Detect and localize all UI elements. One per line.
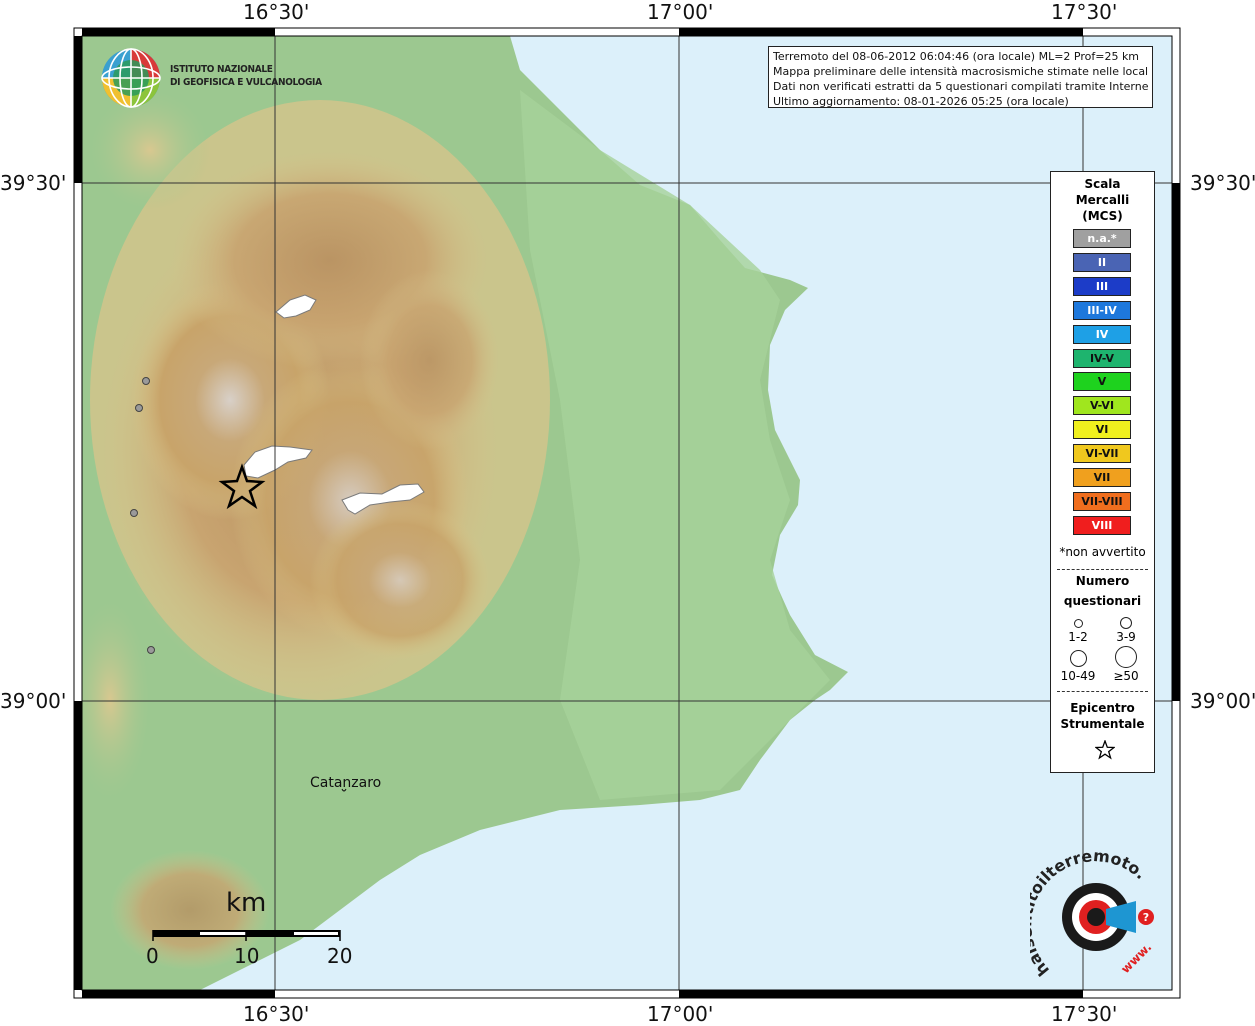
scale-bar-label-0: 0 xyxy=(146,944,159,968)
event-info-line-4: Ultimo aggiornamento: 08-01-2026 05:25 (… xyxy=(773,95,1069,108)
legend-item-1: II xyxy=(1073,252,1131,272)
epicenter-title-2: Strumentale xyxy=(1060,717,1145,731)
epicenter-title-1: Epicentro xyxy=(1070,701,1135,715)
size-label-3-9: 3-9 xyxy=(1116,630,1136,644)
legend-panel: Scala Mercalli (MCS) n.a.* II III III-IV IV I… xyxy=(1050,171,1155,773)
size-circle-10-49 xyxy=(1070,650,1087,667)
badge-www: www. xyxy=(1118,940,1154,976)
legend-title-3: (MCS) xyxy=(1082,209,1123,223)
size-label-50: ≥50 xyxy=(1113,669,1139,683)
lat-label-left-3930: 39°30' xyxy=(0,171,67,195)
legend-item-7: V-VI xyxy=(1073,396,1131,416)
scale-bar-unit: km xyxy=(226,888,267,918)
ingv-line-2: DI GEOFISICA E VULCANOLOGIA xyxy=(170,77,322,88)
legend-item-2: III xyxy=(1073,276,1131,296)
haisentito-badge-text: haisentitoilterremoto.it www. xyxy=(1030,850,1154,980)
legend-item-12: VIII xyxy=(1073,515,1131,535)
questionnaires-title-2: questionari xyxy=(1063,594,1142,608)
lat-label-right-3900: 39°00' xyxy=(1190,689,1255,713)
legend-item-9: VI-VII xyxy=(1073,444,1131,464)
event-info-box: Terremoto del 08-06-2012 06:04:46 (ora l… xyxy=(768,46,1153,108)
lat-label-left-3900: 39°00' xyxy=(0,689,67,713)
size-circle-1-2 xyxy=(1074,619,1083,628)
point-na xyxy=(130,509,138,517)
legend-footnote: *non avvertito xyxy=(1059,545,1146,559)
legend-item-6: V xyxy=(1073,372,1131,392)
legend-separator xyxy=(1057,569,1148,570)
scale-bar-label-20: 20 xyxy=(327,944,353,968)
lon-label-bottom-1630: 16°30' xyxy=(243,1002,310,1026)
point-na xyxy=(142,377,150,385)
event-info-line-2: Mappa preliminare delle intensità macros… xyxy=(773,65,1148,78)
ingv-logo-text: ISTITUTO NAZIONALE DI GEOFISICA E VULCAN… xyxy=(170,63,322,89)
ingv-line-1: ISTITUTO NAZIONALE xyxy=(170,64,273,75)
lat-label-right-3930: 39°30' xyxy=(1190,171,1255,195)
legend-title-1: Scala xyxy=(1084,177,1121,191)
legend-title-2: Mercalli xyxy=(1075,193,1130,207)
legend-item-4: IV xyxy=(1073,324,1131,344)
lon-label-bottom-1700: 17°00' xyxy=(647,1002,714,1026)
event-info-line-1: Terremoto del 08-06-2012 06:04:46 (ora l… xyxy=(773,50,1140,63)
size-circle-50 xyxy=(1115,646,1137,668)
size-circle-3-9 xyxy=(1120,617,1132,629)
point-na xyxy=(147,646,155,654)
event-info-line-3: Dati non verificati estratti da 5 questi… xyxy=(773,80,1148,93)
legend-item-10: VII xyxy=(1073,468,1131,487)
lon-label-top-1730: 17°30' xyxy=(1051,0,1118,24)
point-na xyxy=(135,404,143,412)
questionnaires-title-1: Numero xyxy=(1075,574,1130,588)
legend-item-5: IV-V xyxy=(1073,348,1131,368)
scale-bar-label-10: 10 xyxy=(234,944,260,968)
ingv-logo-icon xyxy=(101,48,161,108)
legend-star-icon xyxy=(1095,740,1115,760)
legend-item-0: n.a.* xyxy=(1073,229,1131,248)
size-label-10-49: 10-49 xyxy=(1060,669,1096,683)
size-label-1-2: 1-2 xyxy=(1068,630,1088,644)
legend-item-3: III-IV xyxy=(1073,300,1131,320)
legend-separator xyxy=(1057,691,1148,692)
lon-label-bottom-1730: 17°30' xyxy=(1051,1002,1118,1026)
legend-item-11: VII-VIII xyxy=(1073,491,1131,511)
lon-label-top-1700: 17°00' xyxy=(647,0,714,24)
lon-label-top-1630: 16°30' xyxy=(243,0,310,24)
legend-item-8: VI xyxy=(1073,420,1131,440)
city-label-catanzaro: Catanzaro xyxy=(310,775,382,791)
